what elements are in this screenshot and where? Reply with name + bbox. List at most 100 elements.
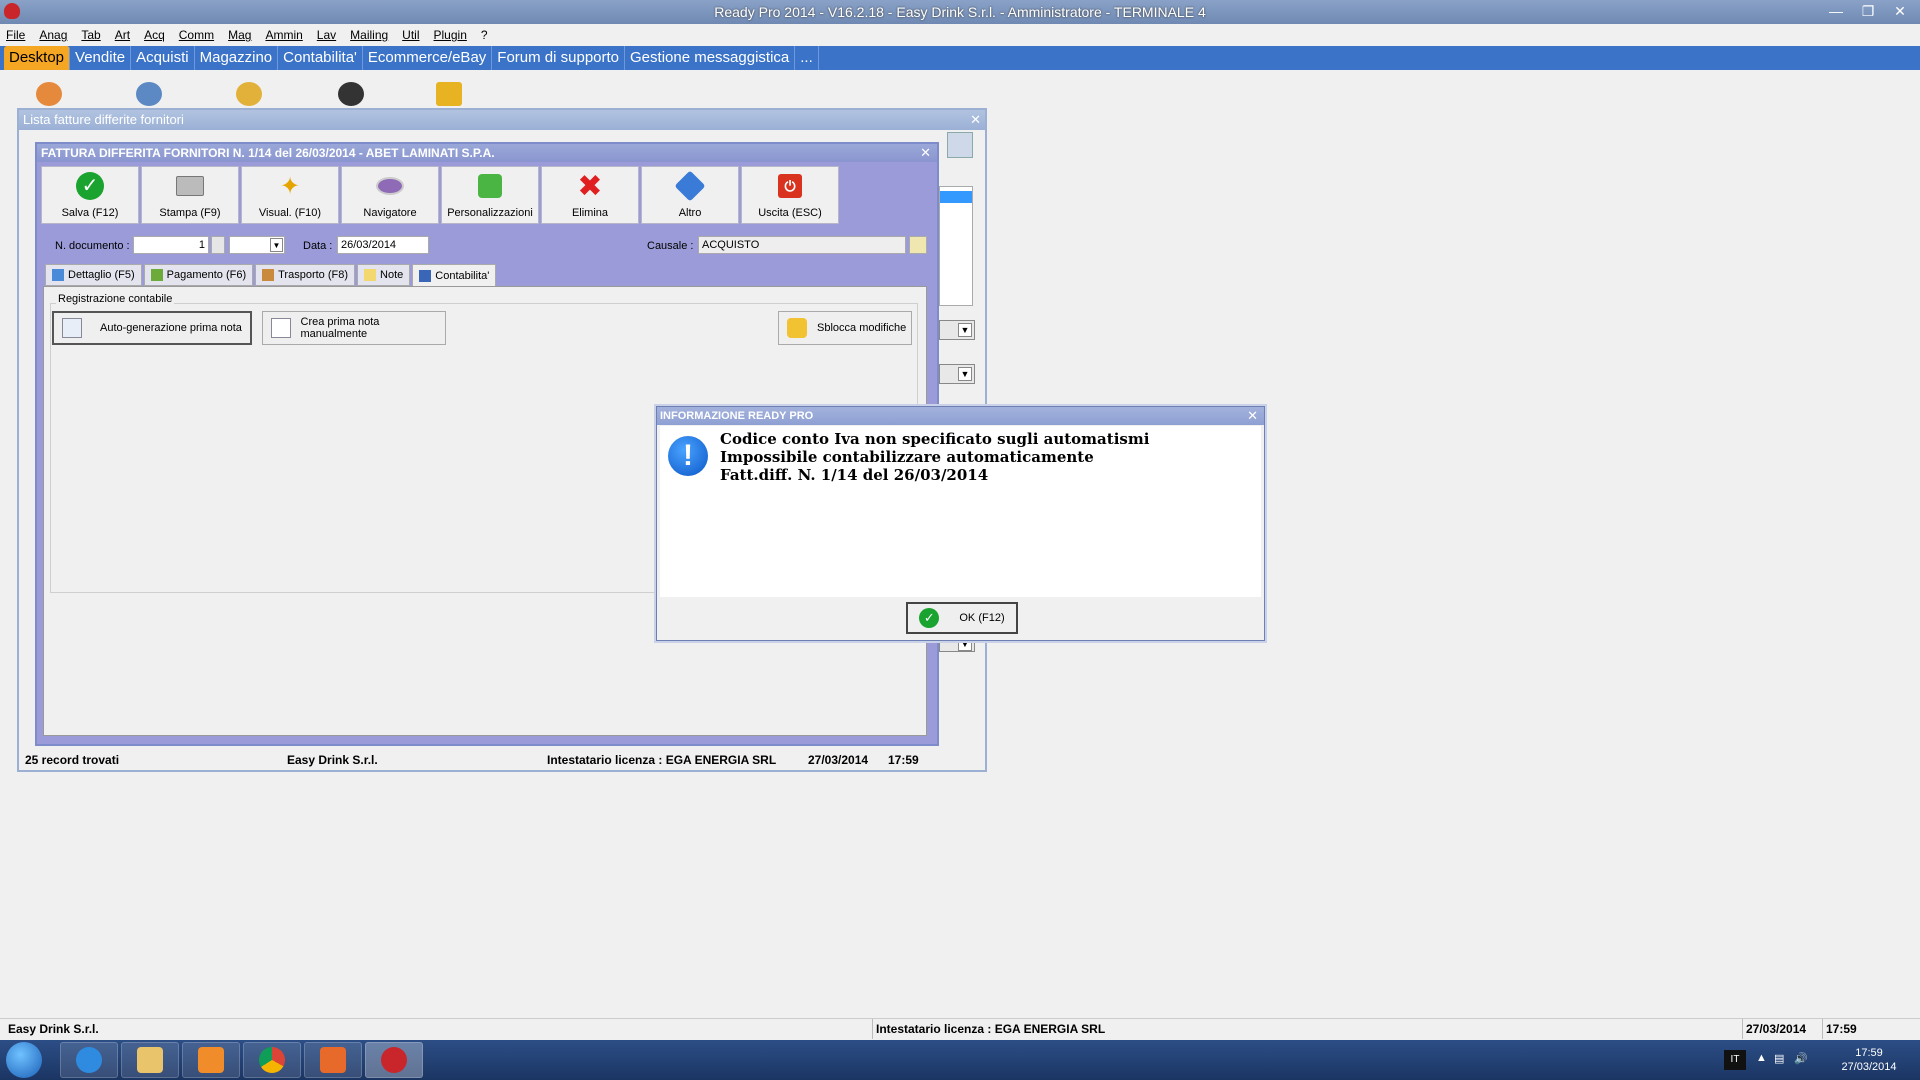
readypro-taskbar-button[interactable] <box>365 1042 423 1078</box>
tab-acquisti[interactable]: Acquisti <box>131 46 195 70</box>
tab-messaggistica[interactable]: Gestione messaggistica <box>625 46 796 70</box>
customize-label: Personalizzazioni <box>447 207 533 219</box>
menu-help[interactable]: ? <box>481 28 488 42</box>
navigator-icon <box>375 171 405 201</box>
tab-more[interactable]: ... <box>795 46 819 70</box>
menu-ammin[interactable]: Ammin <box>265 28 302 42</box>
causale-input[interactable]: ACQUISTO <box>698 236 906 254</box>
desktop-icons <box>36 82 476 106</box>
dialog-message: Codice conto Iva non specificato sugli a… <box>720 430 1149 484</box>
tab-dettaglio[interactable]: Dettaglio (F5) <box>45 264 142 286</box>
menu-anag[interactable]: Anag <box>39 28 67 42</box>
agents-icon[interactable] <box>236 82 262 106</box>
tab-pagamento[interactable]: Pagamento (F6) <box>143 264 254 286</box>
registrazione-label: Registrazione contabile <box>56 293 175 305</box>
tab-note-label: Note <box>380 269 404 281</box>
save-button[interactable]: ✓ Salva (F12) <box>41 166 139 224</box>
tab-desktop[interactable]: Desktop <box>4 46 71 70</box>
customize-button[interactable]: Personalizzazioni <box>441 166 539 224</box>
menu-art[interactable]: Art <box>115 28 130 42</box>
menu-mag[interactable]: Mag <box>228 28 251 42</box>
language-indicator[interactable]: IT <box>1724 1050 1746 1070</box>
tab-trasporto[interactable]: Trasporto (F8) <box>255 264 356 286</box>
selected-row[interactable] <box>940 191 972 203</box>
notebook-icon[interactable] <box>436 82 462 106</box>
filter-dropdown-2[interactable]: ▼ <box>939 364 975 384</box>
tab-magazzino[interactable]: Magazzino <box>195 46 279 70</box>
folder-icon[interactable] <box>909 236 927 254</box>
menu-file[interactable]: File <box>6 28 25 42</box>
users-tool-icon[interactable] <box>947 132 973 158</box>
document-form-row: N. documento : 1 ▼ Data : 26/03/2014 Cau… <box>37 234 937 260</box>
chevron-down-icon[interactable]: ▼ <box>958 323 972 337</box>
menu-mailing[interactable]: Mailing <box>350 28 388 42</box>
dialog-close-icon[interactable]: ✕ <box>1247 408 1258 424</box>
list-panel[interactable] <box>939 186 973 306</box>
check-icon: ✓ <box>919 608 940 628</box>
tab-vendite[interactable]: Vendite <box>70 46 132 70</box>
fattura-close-icon[interactable]: ✕ <box>920 145 931 161</box>
preview-label: Visual. (F10) <box>258 207 322 219</box>
menu-lav[interactable]: Lav <box>317 28 336 42</box>
delete-button[interactable]: ✖ Elimina <box>541 166 639 224</box>
unlock-button[interactable]: Sblocca modifiche <box>778 311 912 345</box>
save-label: Salva (F12) <box>61 207 119 219</box>
ok-label: OK (F12) <box>959 612 1005 624</box>
print-label: Stampa (F9) <box>159 207 221 219</box>
mail-taskbar-button[interactable] <box>304 1042 362 1078</box>
menu-bar: File Anag Tab Art Acq Comm Mag Ammin Lav… <box>0 24 1920 46</box>
media-player-taskbar-button[interactable] <box>182 1042 240 1078</box>
restore-button[interactable]: ❐ <box>1854 2 1882 20</box>
series-select[interactable]: ▼ <box>229 236 285 254</box>
unlock-label: Sblocca modifiche <box>817 322 907 334</box>
chevron-down-icon[interactable]: ▼ <box>958 367 972 381</box>
menu-plugin[interactable]: Plugin <box>434 28 467 42</box>
tab-contabilita[interactable]: Contabilita' <box>278 46 363 70</box>
filter-dropdown-1[interactable]: ▼ <box>939 320 975 340</box>
chrome-taskbar-button[interactable] <box>243 1042 301 1078</box>
exit-button[interactable]: ⏻ Uscita (ESC) <box>741 166 839 224</box>
tab-forum[interactable]: Forum di supporto <box>492 46 626 70</box>
tab-ecommerce[interactable]: Ecommerce/eBay <box>363 46 493 70</box>
mail-icon <box>320 1047 346 1073</box>
customers-icon[interactable] <box>36 82 62 106</box>
app-status-time: 17:59 <box>1826 1022 1857 1036</box>
tab-note[interactable]: Note <box>357 264 411 286</box>
tab-contabilita-doc[interactable]: Contabilita' <box>412 264 497 288</box>
explorer-taskbar-button[interactable] <box>121 1042 179 1078</box>
taskbar-clock[interactable]: 17:59 27/03/2014 <box>1834 1046 1904 1074</box>
navigator-button[interactable]: Navigatore <box>341 166 439 224</box>
minimize-button[interactable]: — <box>1822 2 1850 20</box>
menu-acq[interactable]: Acq <box>144 28 165 42</box>
volume-icon[interactable]: 🔊 <box>1794 1052 1808 1065</box>
other-button[interactable]: Altro <box>641 166 739 224</box>
grid-icon <box>52 269 64 281</box>
menu-tab[interactable]: Tab <box>81 28 100 42</box>
menu-comm[interactable]: Comm <box>179 28 214 42</box>
ie-taskbar-button[interactable] <box>60 1042 118 1078</box>
network-icon[interactable]: ▤ <box>1774 1052 1784 1065</box>
info-dialog: INFORMAZIONE READY PRO ✕ ! Codice conto … <box>656 406 1265 641</box>
num-doc-input[interactable]: 1 <box>133 236 209 254</box>
manual-prima-nota-button[interactable]: Crea prima nota manualmente <box>262 311 446 345</box>
data-input[interactable]: 26/03/2014 <box>337 236 429 254</box>
padlock-icon <box>787 318 807 338</box>
preview-button[interactable]: ✦ Visual. (F10) <box>241 166 339 224</box>
lista-close-icon[interactable]: ✕ <box>970 112 981 128</box>
auto-prima-nota-button[interactable]: Auto-generazione prima nota <box>52 311 252 345</box>
ok-button[interactable]: ✓ OK (F12) <box>906 602 1018 634</box>
menu-util[interactable]: Util <box>402 28 419 42</box>
close-button[interactable]: ✕ <box>1886 2 1914 20</box>
show-hidden-icon[interactable]: ▲ <box>1756 1052 1767 1064</box>
fattura-window-title: FATTURA DIFFERITA FORNITORI N. 1/14 del … <box>37 144 937 162</box>
fattura-toolbar: ✓ Salva (F12) Stampa (F9) ✦ Visual. (F10… <box>41 166 839 224</box>
strawberry-icon <box>381 1047 407 1073</box>
print-button[interactable]: Stampa (F9) <box>141 166 239 224</box>
suppliers-icon[interactable] <box>136 82 162 106</box>
tab-dettaglio-label: Dettaglio (F5) <box>68 269 135 281</box>
divider <box>1822 1019 1823 1039</box>
num-doc-spinner[interactable] <box>211 236 225 254</box>
start-button[interactable] <box>6 1042 42 1078</box>
user-icon[interactable] <box>338 82 364 106</box>
chevron-down-icon[interactable]: ▼ <box>270 238 283 252</box>
